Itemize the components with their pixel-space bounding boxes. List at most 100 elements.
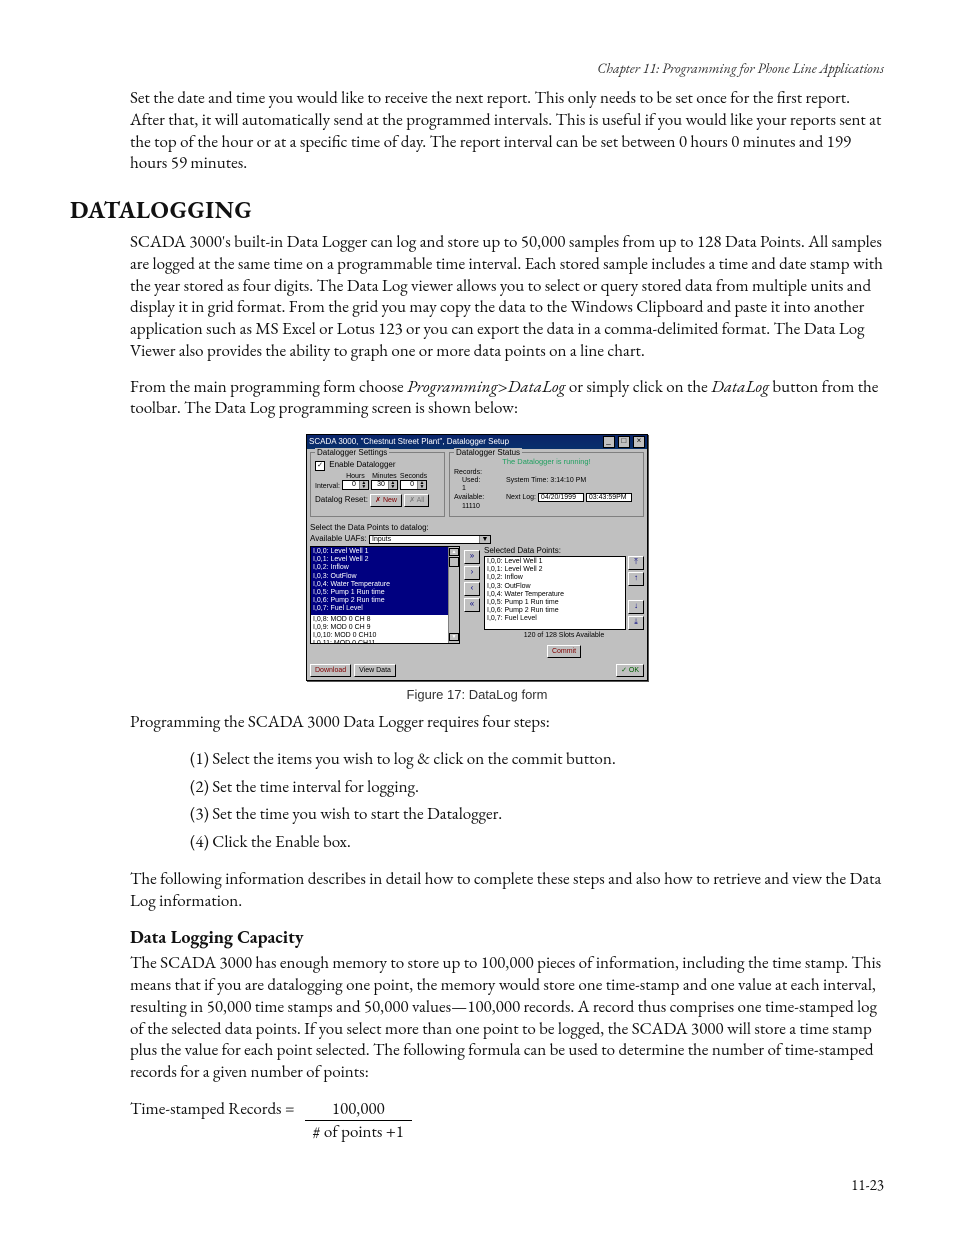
label-systime: System Time: — [506, 477, 548, 484]
combo-value: Inputs — [370, 536, 393, 543]
menu-path-datalog: DataLog — [711, 376, 769, 398]
listbox-selected-points[interactable]: I,0,0: Level Well 1I,0,1: Level Well 2I,… — [484, 556, 626, 630]
list-item[interactable]: I,0,1: Level Well 2 — [487, 566, 623, 574]
four-steps-intro: Programming the SCADA 3000 Data Logger r… — [70, 712, 884, 734]
datalogging-paragraph-1: SCADA 3000's built-in Data Logger can lo… — [70, 232, 884, 363]
interval-label: Interval: — [315, 483, 340, 490]
formula: Time-stamped Records = 100,000 # of poin… — [130, 1098, 884, 1143]
button-remove-all[interactable]: « — [464, 598, 480, 612]
menu-path-programming-datalog: Programming>DataLog — [407, 376, 566, 398]
label-available: Available: — [454, 494, 502, 501]
list-item[interactable]: I,0,0: Level Well 1 — [487, 558, 623, 566]
scrollbar[interactable]: ▲ ▼ — [448, 547, 459, 643]
spin-seconds[interactable]: 0▲▼ — [400, 480, 427, 490]
value-nextlog-time: 03:43:59PM — [586, 493, 632, 502]
formula-denominator: # of points +1 — [305, 1121, 412, 1143]
maximize-button[interactable]: □ — [618, 436, 630, 448]
list-item[interactable]: I,0,3: OutFlow — [313, 573, 457, 581]
list-item[interactable]: I,0,3: OutFlow — [487, 583, 623, 591]
list-item[interactable]: I,0,9: MOD 0 CH 9 — [313, 624, 457, 632]
list-item[interactable]: I,0,2: Inflow — [313, 564, 457, 572]
window-title: SCADA 3000, "Chestnut Street Plant", Dat… — [309, 437, 509, 447]
formula-fraction: 100,000 # of points +1 — [305, 1098, 412, 1143]
label-used: Used: — [454, 477, 502, 484]
button-move-down[interactable]: ↓ — [628, 600, 644, 614]
value-systime: 3:14:10 PM — [550, 477, 586, 484]
page-number: 11-23 — [851, 1176, 884, 1195]
list-item[interactable]: I,0,5: Pump 1 Run time — [313, 589, 457, 597]
figure-caption: Figure 17: DataLog form — [70, 687, 884, 702]
chevron-down-icon: ▼ — [479, 536, 490, 543]
button-download[interactable]: Download — [310, 664, 351, 677]
list-item[interactable]: I,0,7: Fuel Level — [487, 615, 623, 623]
value-nextlog-date: 04/20/1999 — [538, 493, 584, 502]
p2-pre: From the main programming form choose — [130, 376, 407, 398]
group-datalogger-status: Datalogger Status The Datalogger is runn… — [449, 452, 644, 517]
spin-hours[interactable]: 0▲▼ — [342, 480, 369, 490]
button-move-top[interactable]: ⤒ — [628, 556, 644, 570]
subheading-data-logging-capacity: Data Logging Capacity — [130, 926, 884, 949]
close-button[interactable]: × — [633, 436, 645, 448]
step-3: (3) Set the time you wish to start the D… — [190, 803, 884, 827]
combo-available-uafs[interactable]: Inputs ▼ — [369, 535, 491, 544]
following-info-paragraph: The following information describes in d… — [70, 869, 884, 913]
steps-list: (1) Select the items you wish to log & c… — [70, 748, 884, 855]
p2-mid: or simply click on the — [565, 376, 711, 398]
minimize-button[interactable]: _ — [603, 436, 615, 448]
bottom-button-bar: Download View Data ✓ OK — [307, 661, 647, 680]
button-remove[interactable]: ‹ — [464, 582, 480, 596]
scada-window: SCADA 3000, "Chestnut Street Plant", Dat… — [306, 434, 648, 681]
button-add-all[interactable]: » — [464, 550, 480, 564]
button-reset-new[interactable]: ✗ New — [370, 494, 402, 507]
list-item[interactable]: I,0,8: MOD 0 CH 8 — [313, 616, 457, 624]
list-item[interactable]: I,0,6: Pump 2 Run time — [313, 597, 457, 605]
button-ok[interactable]: ✓ OK — [616, 664, 644, 677]
button-add[interactable]: › — [464, 566, 480, 580]
list-item[interactable]: I,0,5: Pump 1 Run time — [487, 599, 623, 607]
spin-minutes[interactable]: 30▲▼ — [371, 480, 398, 490]
button-reset-all[interactable]: ✗ All — [404, 494, 429, 507]
label-records: Records: — [454, 469, 502, 476]
page: Chapter 11: Programming for Phone Line A… — [0, 0, 954, 1235]
reset-label: Datalog Reset: — [315, 495, 368, 504]
col-seconds: Seconds — [400, 473, 427, 480]
list-item[interactable]: I,0,11: MOD 0 CH11 — [313, 640, 457, 644]
capacity-paragraph: The SCADA 3000 has enough memory to stor… — [70, 953, 884, 1084]
group-legend-settings: Datalogger Settings — [315, 448, 389, 457]
select-datapoints-label: Select the Data Points to datalog: — [310, 523, 644, 532]
figure-datalog-form: SCADA 3000, "Chestnut Street Plant", Dat… — [70, 434, 884, 681]
step-1: (1) Select the items you wish to log & c… — [190, 748, 884, 772]
button-view-data[interactable]: View Data — [354, 664, 396, 677]
group-datalogger-settings: Datalogger Settings ✓ Enable Datalogger … — [310, 452, 445, 517]
formula-numerator: 100,000 — [305, 1098, 412, 1121]
button-move-bottom[interactable]: ⤓ — [628, 616, 644, 630]
list-item[interactable]: I,0,6: Pump 2 Run time — [487, 607, 623, 615]
list-item[interactable]: I,0,1: Level Well 2 — [313, 556, 457, 564]
value-available: 11110 — [462, 503, 480, 510]
datalogging-paragraph-2: From the main programming form choose Pr… — [70, 377, 884, 421]
list-item[interactable]: I,0,7: Fuel Level — [313, 605, 457, 613]
list-item[interactable]: I,0,2: Inflow — [487, 574, 623, 582]
listbox-available-points[interactable]: I,0,0: Level Well 1I,0,1: Level Well 2I,… — [310, 546, 460, 644]
available-uafs-label: Available UAFs: — [310, 534, 367, 543]
button-commit[interactable]: Commit — [547, 645, 581, 658]
col-hours: Hours — [346, 473, 365, 480]
list-item[interactable]: I,0,10: MOD 0 CH10 — [313, 632, 457, 640]
running-header: Chapter 11: Programming for Phone Line A… — [70, 60, 884, 78]
intro-paragraph: Set the date and time you would like to … — [70, 88, 884, 175]
list-item[interactable]: I,0,0: Level Well 1 — [313, 548, 457, 556]
list-item[interactable]: I,0,4: Water Temperature — [313, 581, 457, 589]
checkbox-enable-label: Enable Datalogger — [329, 460, 395, 469]
status-running-text: The Datalogger is running! — [454, 457, 639, 466]
list-item[interactable]: I,0,4: Water Temperature — [487, 591, 623, 599]
step-2: (2) Set the time interval for logging. — [190, 776, 884, 800]
step-4: (4) Click the Enable box. — [190, 831, 884, 855]
selected-points-label: Selected Data Points: — [484, 546, 644, 555]
label-nextlog: Next Log: — [506, 494, 536, 501]
checkbox-enable-datalogger[interactable]: ✓ — [315, 461, 325, 471]
value-used: 1 — [462, 485, 466, 492]
col-minutes: Minutes — [372, 473, 397, 480]
button-move-up[interactable]: ↑ — [628, 572, 644, 586]
move-buttons: » › ‹ « — [464, 546, 480, 658]
section-heading-datalogging: DATALOGGING — [70, 195, 884, 226]
